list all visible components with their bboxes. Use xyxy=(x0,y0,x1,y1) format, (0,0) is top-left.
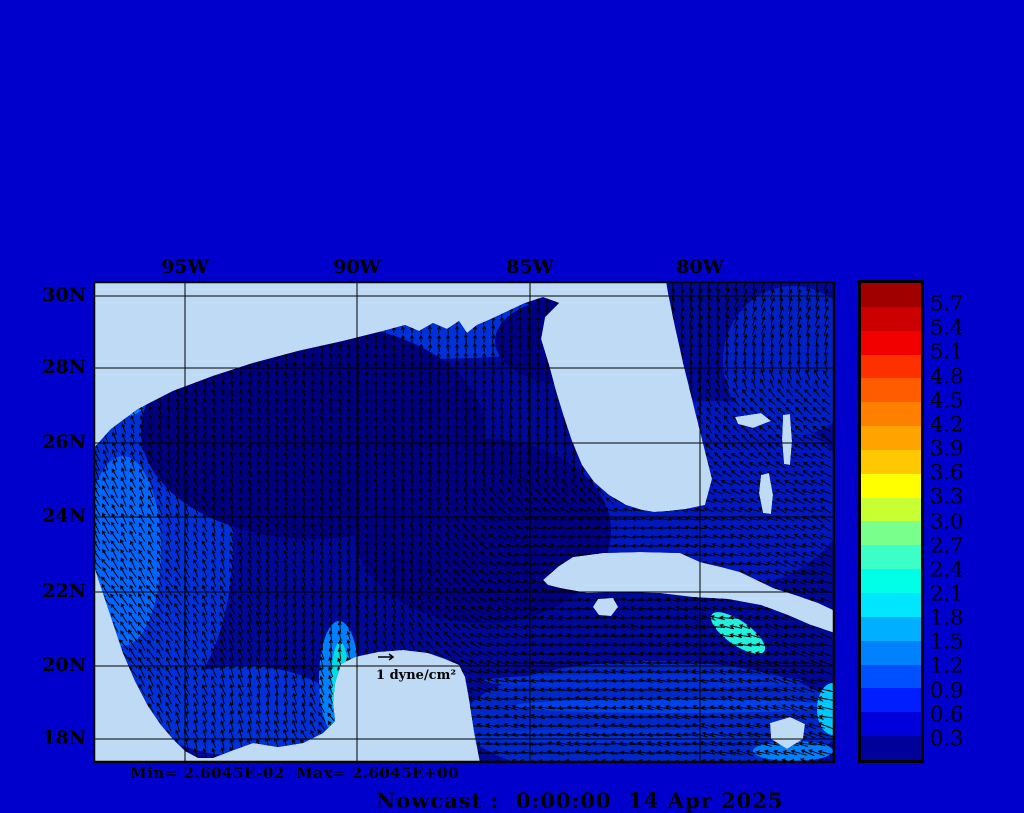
colorbar-tick-label: 4.5 xyxy=(930,388,964,413)
colorbar-band xyxy=(861,592,921,617)
colorbar-tick-label: 0.3 xyxy=(930,726,964,751)
colorbar-tick-label: 4.8 xyxy=(930,364,964,389)
colorbar-band xyxy=(861,497,921,522)
colorbar-tick-label: 5.1 xyxy=(930,339,964,364)
colorbar-band xyxy=(861,736,921,760)
colorbar-tick-label: 3.9 xyxy=(930,436,964,461)
colorbar-tick-label: 1.5 xyxy=(930,629,964,654)
lon-tick-label: 95W xyxy=(161,256,209,278)
colorbar-tick-label: 2.7 xyxy=(930,533,964,558)
colorbar-band xyxy=(861,569,921,593)
reference-vector-label: 1 dyne/cm² xyxy=(376,668,456,683)
lat-tick-label: 18N xyxy=(42,726,86,749)
colorbar-band xyxy=(861,616,921,641)
colorbar-tick-label: 4.2 xyxy=(930,412,964,437)
lon-tick-label: 80W xyxy=(676,256,724,278)
lon-tick-label: 90W xyxy=(333,256,381,278)
colorbar-tick-label: 3.3 xyxy=(930,484,964,509)
colorbar-tick-label: 3.0 xyxy=(930,509,964,533)
plot-background: 1 dyne/cm² 95W 90W 85W 80W 30N 28N 26N 24N 22N 2… xyxy=(0,0,1024,813)
lat-tick-label: 24N xyxy=(42,504,86,527)
colorbar-band xyxy=(861,545,921,570)
colorbar-band xyxy=(861,378,921,403)
colorbar-band xyxy=(861,473,921,498)
colorbar-tick-label: 2.1 xyxy=(930,581,964,606)
colorbar-tick-label: 3.6 xyxy=(930,460,964,485)
colorbar-tick-label: 0.6 xyxy=(930,702,964,727)
min-max-label: Min= 2.6045E-02 Max= 2.6045E+00 xyxy=(130,764,460,782)
colorbar-band xyxy=(861,306,921,331)
colorbar-band xyxy=(861,330,921,355)
colorbar-band xyxy=(861,402,921,427)
lat-tick-label: 26N xyxy=(42,430,86,453)
colorbar-band xyxy=(861,354,921,379)
lat-tick-label: 28N xyxy=(42,355,86,378)
colorbar-tick-label: 1.2 xyxy=(930,653,964,678)
colorbar-band xyxy=(861,640,921,665)
colorbar-band xyxy=(861,283,921,307)
colorbar-tick-label: 1.8 xyxy=(930,605,964,630)
colorbar-tick-label: 2.4 xyxy=(930,557,964,582)
colorbar-band xyxy=(861,664,921,689)
colorbar xyxy=(858,280,924,763)
map-svg: 1 dyne/cm² xyxy=(93,281,835,763)
lat-tick-label: 22N xyxy=(42,579,86,602)
lat-tick-label: 20N xyxy=(42,653,86,676)
colorbar-band xyxy=(861,521,921,546)
colorbar-band xyxy=(861,449,921,474)
lon-tick-label: 85W xyxy=(506,256,554,278)
map-plot: 1 dyne/cm² xyxy=(93,281,835,763)
colorbar-tick-label: 5.4 xyxy=(930,315,964,340)
timestamp-label: Nowcast : 0:00:00 14 Apr 2025 xyxy=(376,788,784,813)
lat-tick-label: 30N xyxy=(42,283,86,306)
colorbar-tick-label: 5.7 xyxy=(930,291,964,316)
colorbar-band xyxy=(861,712,921,737)
colorbar-band xyxy=(861,426,921,450)
colorbar-tick-label: 0.9 xyxy=(930,678,964,703)
colorbar-band xyxy=(861,688,921,713)
